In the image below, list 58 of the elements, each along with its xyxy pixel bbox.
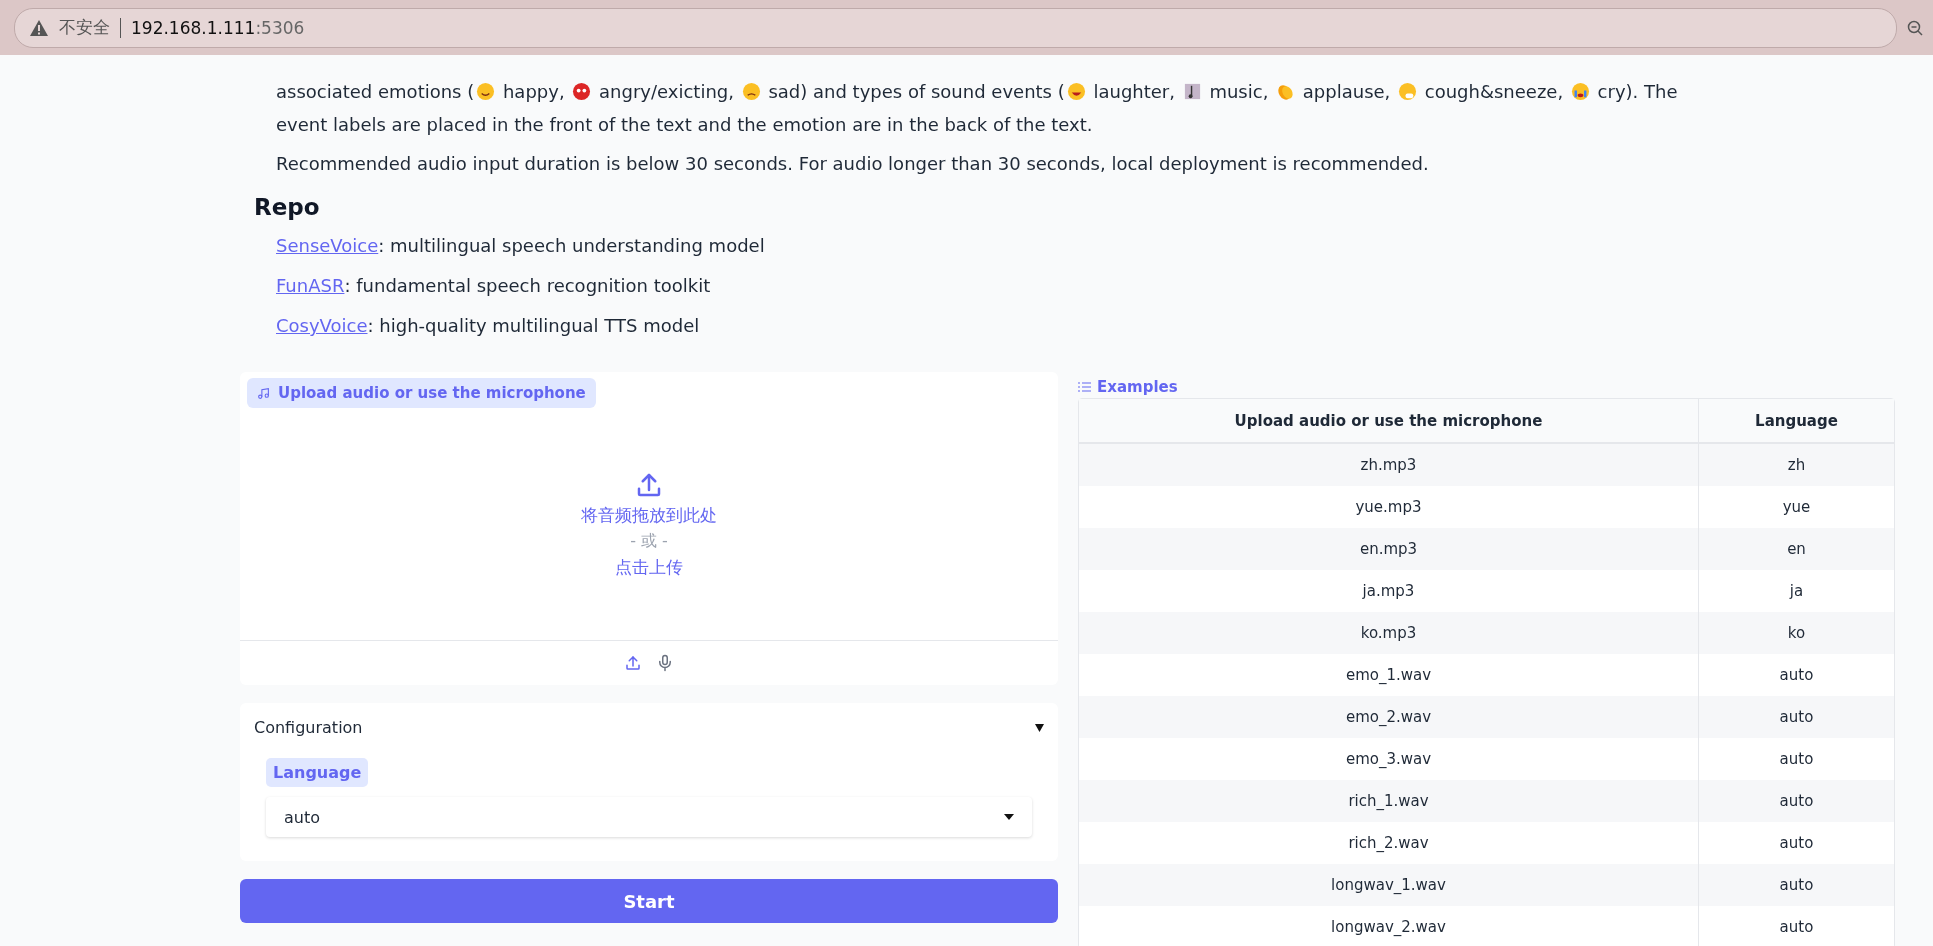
examples-title: Examples bbox=[1097, 378, 1178, 396]
table-cell[interactable]: en.mp3 bbox=[1079, 528, 1698, 570]
smiley-icon bbox=[476, 82, 496, 101]
paragraph-text: cough&sneeze, bbox=[1423, 80, 1565, 104]
url-text: 192.168.1.111:5306 bbox=[131, 17, 305, 38]
sad-face-icon bbox=[741, 82, 761, 101]
repo-link[interactable]: CosyVoice bbox=[276, 306, 368, 346]
paragraph-text: event labels are placed in the front of the text and the emotion are in the back of the text. bbox=[276, 113, 1093, 137]
table-cell[interactable]: zh.mp3 bbox=[1079, 444, 1698, 486]
table-cell[interactable]: yue.mp3 bbox=[1079, 486, 1698, 528]
table-cell[interactable]: auto bbox=[1698, 906, 1894, 946]
section-heading: Repo bbox=[254, 194, 321, 220]
repo-link[interactable]: SenseVoice bbox=[276, 226, 379, 266]
crying-face-icon bbox=[1570, 82, 1590, 101]
repo-description: : fundamental speech recognition toolkit bbox=[344, 274, 711, 298]
address-bar[interactable]: 不安全 192.168.1.111:5306 bbox=[14, 7, 1897, 48]
table-cell[interactable]: longwav_2.wav bbox=[1079, 906, 1698, 946]
repo-description: : multilingual speech understanding model bbox=[378, 234, 765, 258]
repo-link[interactable]: FunASR bbox=[276, 266, 345, 306]
upload-label: Upload audio or use the microphone bbox=[247, 378, 596, 408]
repo-description: : high-quality multilingual TTS model bbox=[367, 314, 700, 338]
caret-icon bbox=[1035, 723, 1044, 732]
table-cell[interactable]: ko.mp3 bbox=[1079, 612, 1698, 654]
paragraph-text: Recommended audio input duration is below 30 seconds. For audio longer than 30 seconds, local deployment is recommended. bbox=[276, 152, 1429, 176]
zoom-out-icon[interactable] bbox=[1907, 19, 1923, 36]
paragraph-text: music, bbox=[1208, 80, 1270, 104]
sneezing-face-icon bbox=[1398, 82, 1418, 101]
paragraph-text: sad) and types of sound events ( bbox=[767, 80, 1065, 104]
paragraph-text: happy, bbox=[501, 80, 566, 104]
paragraph-text: applause, bbox=[1301, 80, 1392, 104]
table-cell[interactable]: longwav_1.wav bbox=[1079, 864, 1698, 906]
table-cell[interactable]: emo_2.wav bbox=[1079, 696, 1698, 738]
paragraph-text: angry/exicting, bbox=[598, 80, 735, 104]
security-label: 不安全 bbox=[59, 16, 110, 39]
angry-face-icon bbox=[572, 82, 592, 101]
column-header: Upload audio or use the microphone bbox=[1079, 399, 1698, 444]
microphone-icon[interactable] bbox=[656, 653, 674, 673]
column-header: Language bbox=[1698, 399, 1894, 444]
table-cell[interactable]: rich_2.wav bbox=[1079, 822, 1698, 864]
upload-icon bbox=[624, 654, 642, 672]
language-label: Language bbox=[266, 758, 369, 787]
table-cell[interactable]: emo_3.wav bbox=[1079, 738, 1698, 780]
music-score-icon bbox=[1182, 82, 1202, 101]
table-cell[interactable]: emo_1.wav bbox=[1079, 654, 1698, 696]
language-dropdown[interactable]: auto bbox=[266, 797, 1032, 837]
list-icon bbox=[1078, 381, 1091, 393]
drop-zone[interactable]: 将音频拖放到此处 - 或 - 点击上传 bbox=[240, 408, 1058, 641]
paragraph-text: associated emotions ( bbox=[276, 80, 475, 104]
paragraph-text: laughter, bbox=[1092, 80, 1176, 104]
music-note-icon bbox=[257, 386, 270, 400]
configuration-header[interactable]: Configuration bbox=[240, 703, 1058, 752]
caret-icon bbox=[1004, 814, 1014, 820]
warning-icon bbox=[29, 18, 49, 37]
laughing-face-icon bbox=[1066, 82, 1086, 101]
start-button[interactable]: Start bbox=[240, 879, 1058, 923]
paragraph-text: cry). The bbox=[1596, 80, 1678, 104]
table-cell[interactable]: ja.mp3 bbox=[1079, 570, 1698, 612]
table-cell[interactable]: rich_1.wav bbox=[1079, 780, 1698, 822]
